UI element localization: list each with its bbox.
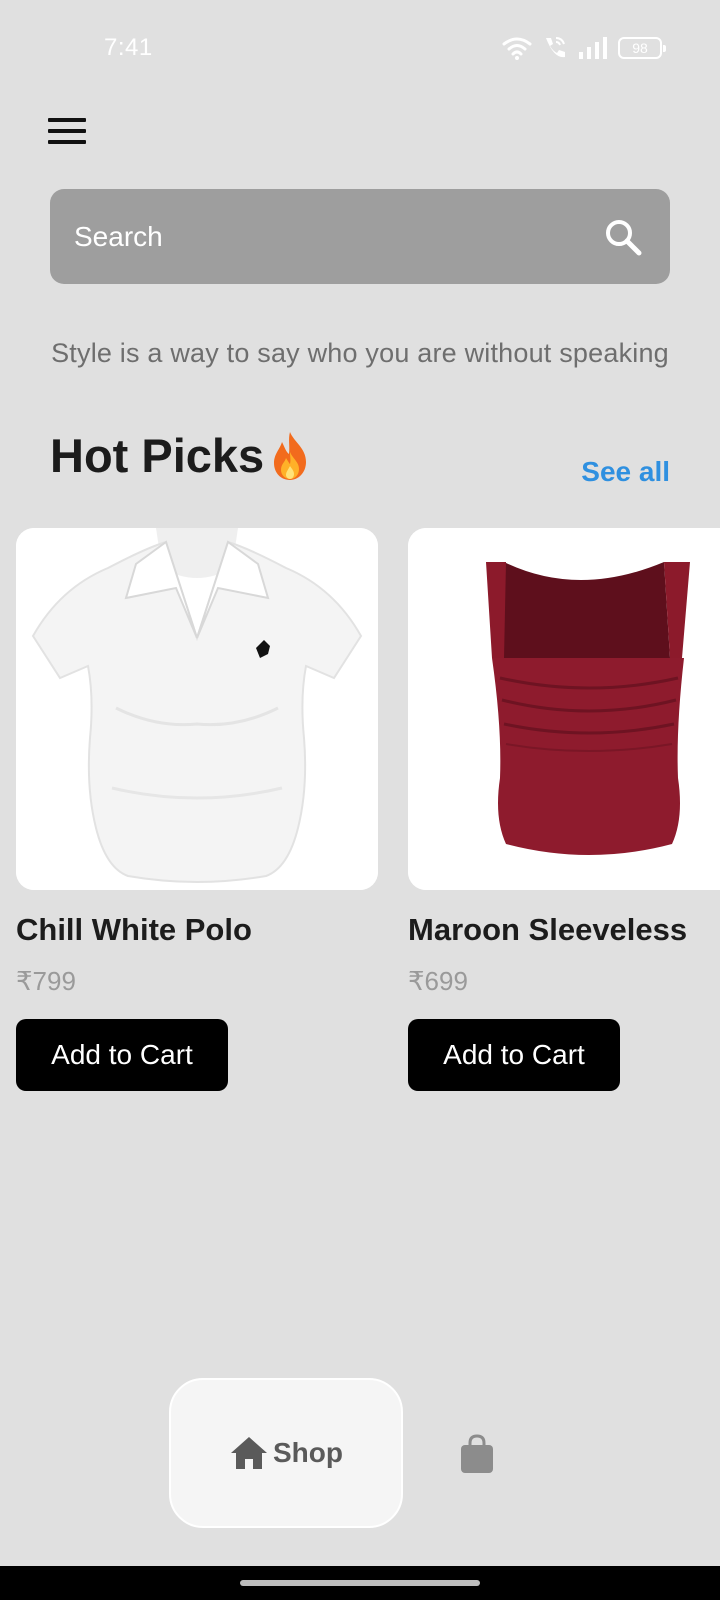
search-icon[interactable] (604, 218, 642, 256)
nav-item-label: Shop (273, 1437, 343, 1468)
wifi-call-icon (546, 37, 565, 58)
maroon-sleeveless-top-image[interactable] (408, 528, 720, 890)
home-indicator[interactable] (240, 1580, 480, 1586)
white-polo-shirt-image[interactable] (16, 528, 378, 890)
search-input[interactable] (74, 189, 574, 284)
fire-emoji-icon (274, 431, 307, 480)
section-title: Hot Picks (50, 428, 312, 483)
see-all-link[interactable]: See all (581, 456, 670, 488)
tagline: Style is a way to say who you are withou… (51, 338, 669, 368)
shopping-bag-icon[interactable] (458, 1434, 496, 1474)
hamburger-menu-icon[interactable] (48, 118, 88, 148)
signal-icon (579, 37, 607, 59)
add-to-cart-button[interactable]: Add to Cart (408, 1019, 620, 1091)
product-card[interactable]: Chill White Polo ₹799 Add to Cart (16, 528, 378, 1091)
system-nav-bar (0, 1566, 720, 1600)
app-screen: 7:41 98 Search Style is a way to say who… (0, 0, 720, 1600)
product-name[interactable]: Maroon Sleeveless (408, 912, 720, 948)
add-to-cart-button[interactable]: Add to Cart (16, 1019, 228, 1091)
status-icons: 98 (502, 34, 666, 62)
product-price: ₹699 (408, 966, 468, 996)
product-card[interactable]: Maroon Sleeveless ₹699 Add to Cart (408, 528, 720, 1091)
search-bar[interactable] (50, 189, 670, 284)
product-name[interactable]: Chill White Polo (16, 912, 378, 948)
status-time: 7:41 (104, 34, 153, 61)
battery-level: 98 (632, 40, 648, 56)
wifi-icon (502, 37, 532, 60)
product-price: ₹799 (16, 966, 76, 996)
battery-icon: 98 (618, 37, 666, 59)
status-bar: 7:41 98 (0, 0, 720, 96)
home-icon (231, 1437, 267, 1469)
section-title-text: Hot Picks (50, 429, 265, 482)
nav-item-shop[interactable]: Shop (169, 1378, 403, 1528)
